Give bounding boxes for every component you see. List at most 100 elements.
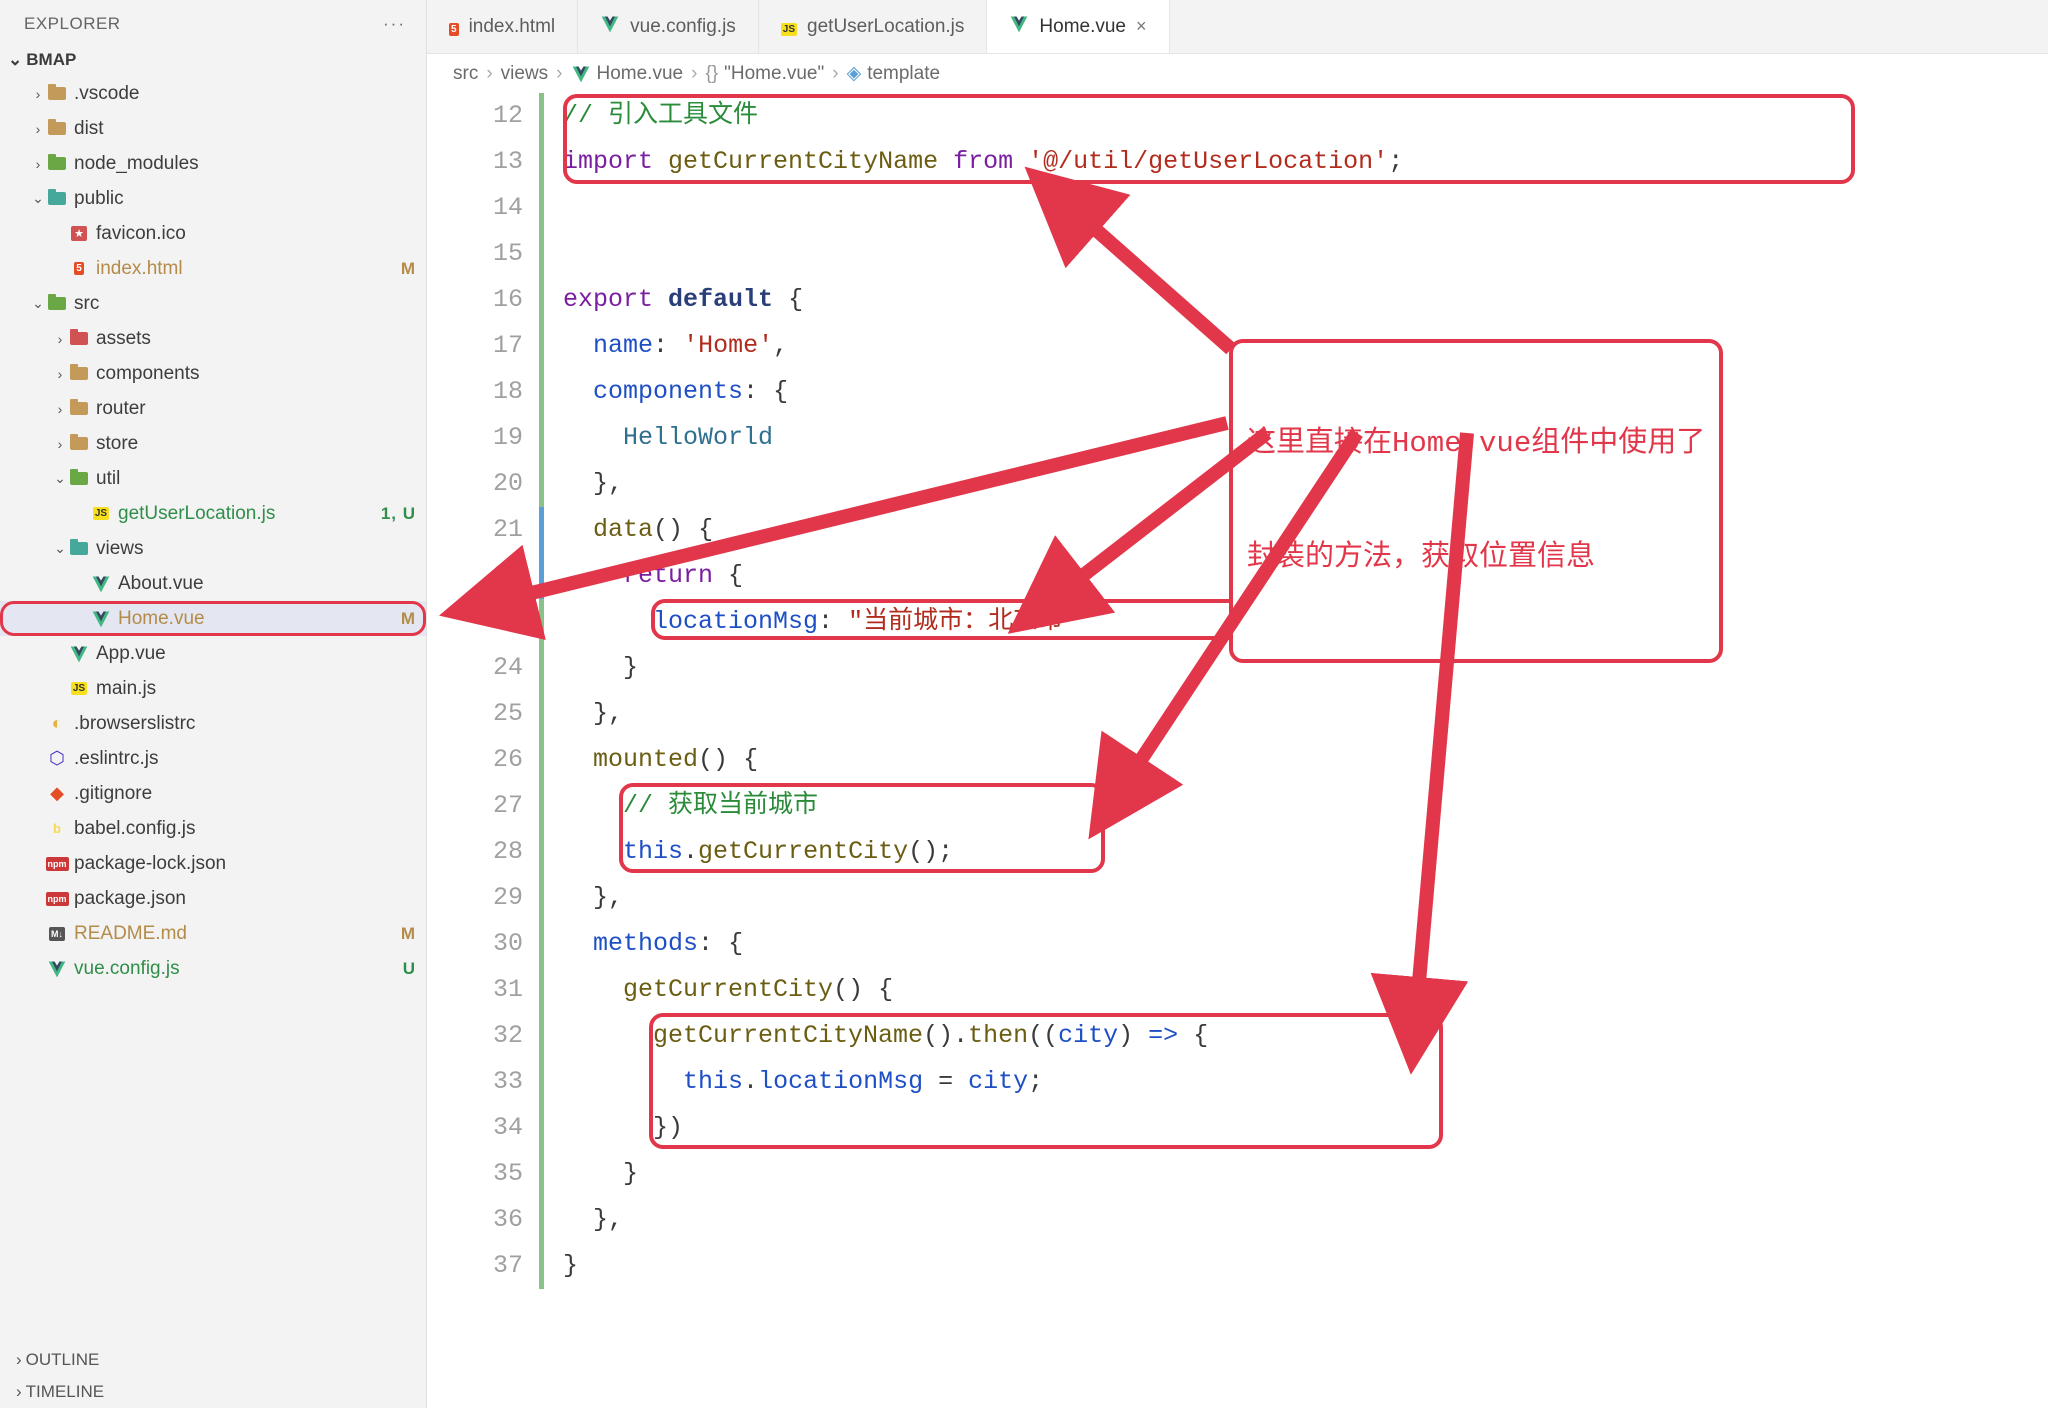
explorer-title: EXPLORER xyxy=(24,14,121,34)
line-gutter: 1213141516171819202122232425262728293031… xyxy=(427,93,537,1289)
file-icon xyxy=(68,398,90,420)
tree-item[interactable]: ›.vscode xyxy=(0,76,426,111)
timeline-section-header[interactable]: › TIMELINE xyxy=(0,1376,426,1408)
chevron-icon: ⌄ xyxy=(52,540,68,557)
file-label: index.html xyxy=(96,258,401,280)
tree-item[interactable]: ★favicon.ico xyxy=(0,216,426,251)
chevron-right-icon: › xyxy=(16,1382,22,1402)
tree-item[interactable]: bbabel.config.js xyxy=(0,811,426,846)
file-label: vue.config.js xyxy=(74,958,403,980)
file-icon xyxy=(46,188,68,210)
file-icon: M↓ xyxy=(46,923,68,945)
tree-item[interactable]: ◐ .browserslistrc xyxy=(0,706,426,741)
file-label: getUserLocation.js xyxy=(118,503,381,525)
tree-item[interactable]: ›assets xyxy=(0,321,426,356)
tree-item[interactable]: ◆.gitignore xyxy=(0,776,426,811)
file-icon: JS xyxy=(781,16,797,38)
tab-label: vue.config.js xyxy=(630,16,736,38)
chevron-icon: › xyxy=(30,121,46,137)
tree-item[interactable]: ›router xyxy=(0,391,426,426)
file-label: .vscode xyxy=(74,83,416,105)
tree-item[interactable]: ⌄ public xyxy=(0,181,426,216)
tree-item[interactable]: JSmain.js xyxy=(0,671,426,706)
tree-item[interactable]: 5index.htmlM xyxy=(0,251,426,286)
tree-item[interactable]: ›node_modules xyxy=(0,146,426,181)
file-icon: JS xyxy=(90,503,112,525)
code-editor[interactable]: 1213141516171819202122232425262728293031… xyxy=(427,93,2048,1408)
editor-tab[interactable]: vue.config.js xyxy=(578,0,759,53)
file-icon xyxy=(90,573,112,595)
explorer-sidebar: EXPLORER ··· ⌄ BMAP ›.vscode›dist›node_m… xyxy=(0,0,427,1408)
file-label: src xyxy=(74,293,416,315)
tree-item[interactable]: ⌄ src xyxy=(0,286,426,321)
file-label: README.md xyxy=(74,923,401,945)
tree-item[interactable]: ⬡.eslintrc.js xyxy=(0,741,426,776)
explorer-more-icon[interactable]: ··· xyxy=(383,14,406,34)
editor-tab[interactable]: 5index.html xyxy=(427,0,578,53)
chevron-right-icon: › xyxy=(486,63,492,85)
outline-section-header[interactable]: › OUTLINE xyxy=(0,1344,426,1376)
file-label: Home.vue xyxy=(118,608,401,630)
braces-icon: {} xyxy=(705,63,718,85)
file-icon xyxy=(68,643,90,665)
chevron-icon: › xyxy=(52,401,68,417)
file-label: store xyxy=(96,433,416,455)
file-label: util xyxy=(96,468,416,490)
tree-item[interactable]: ⌄ util xyxy=(0,461,426,496)
file-icon xyxy=(1009,14,1029,40)
file-label: assets xyxy=(96,328,416,350)
git-gutter-added xyxy=(539,93,544,1289)
tree-item[interactable]: npmpackage.json xyxy=(0,881,426,916)
file-icon xyxy=(68,538,90,560)
tree-item[interactable]: vue.config.jsU xyxy=(0,951,426,986)
tree-item[interactable]: M↓ README.mdM xyxy=(0,916,426,951)
file-icon: ◐ xyxy=(46,713,68,735)
tree-item[interactable]: Home.vueM xyxy=(0,601,426,636)
chevron-icon: › xyxy=(52,366,68,382)
project-section-header[interactable]: ⌄ BMAP xyxy=(0,44,426,76)
file-icon xyxy=(90,608,112,630)
file-label: babel.config.js xyxy=(74,818,416,840)
tree-item[interactable]: App.vue xyxy=(0,636,426,671)
chevron-icon: › xyxy=(30,156,46,172)
tree-item[interactable]: › dist xyxy=(0,111,426,146)
file-label: components xyxy=(96,363,416,385)
file-icon xyxy=(68,363,90,385)
chevron-icon: ⌄ xyxy=(30,190,46,207)
tree-item[interactable]: npmpackage-lock.json xyxy=(0,846,426,881)
tab-label: Home.vue xyxy=(1039,16,1126,38)
file-label: favicon.ico xyxy=(96,223,416,245)
git-status-badge: M xyxy=(401,924,416,944)
code-content: // 引入工具文件import getCurrentCityName from … xyxy=(563,93,2048,1289)
file-icon xyxy=(46,118,68,140)
close-icon[interactable]: × xyxy=(1136,16,1147,37)
tree-item[interactable]: About.vue xyxy=(0,566,426,601)
file-icon xyxy=(68,328,90,350)
tree-item[interactable]: JSgetUserLocation.js1, U xyxy=(0,496,426,531)
editor-tab[interactable]: Home.vue × xyxy=(987,0,1169,53)
chevron-right-icon: › xyxy=(16,1350,22,1370)
breadcrumb[interactable]: src › views › Home.vue › {}"Home.vue" › … xyxy=(427,54,2048,93)
file-label: public xyxy=(74,188,416,210)
file-tree: ›.vscode›dist›node_modules⌄public★favico… xyxy=(0,76,426,1344)
chevron-icon: ⌄ xyxy=(30,295,46,312)
file-label: .browserslistrc xyxy=(74,713,416,735)
chevron-right-icon: › xyxy=(691,63,697,85)
file-icon xyxy=(46,83,68,105)
file-icon: npm xyxy=(46,853,68,875)
file-label: views xyxy=(96,538,416,560)
vue-icon xyxy=(571,64,591,84)
tree-item[interactable]: ›store xyxy=(0,426,426,461)
file-label: dist xyxy=(74,118,416,140)
tree-item[interactable]: ⌄ views xyxy=(0,531,426,566)
file-label: .gitignore xyxy=(74,783,416,805)
file-label: main.js xyxy=(96,678,416,700)
file-icon xyxy=(68,468,90,490)
file-icon xyxy=(68,433,90,455)
file-icon xyxy=(46,958,68,980)
git-status-badge: U xyxy=(403,959,416,979)
editor-area: 5index.html vue.config.js JSgetUserLocatio… xyxy=(427,0,2048,1408)
tree-item[interactable]: › components xyxy=(0,356,426,391)
editor-tab[interactable]: JSgetUserLocation.js xyxy=(759,0,988,53)
chevron-icon: ⌄ xyxy=(52,470,68,487)
